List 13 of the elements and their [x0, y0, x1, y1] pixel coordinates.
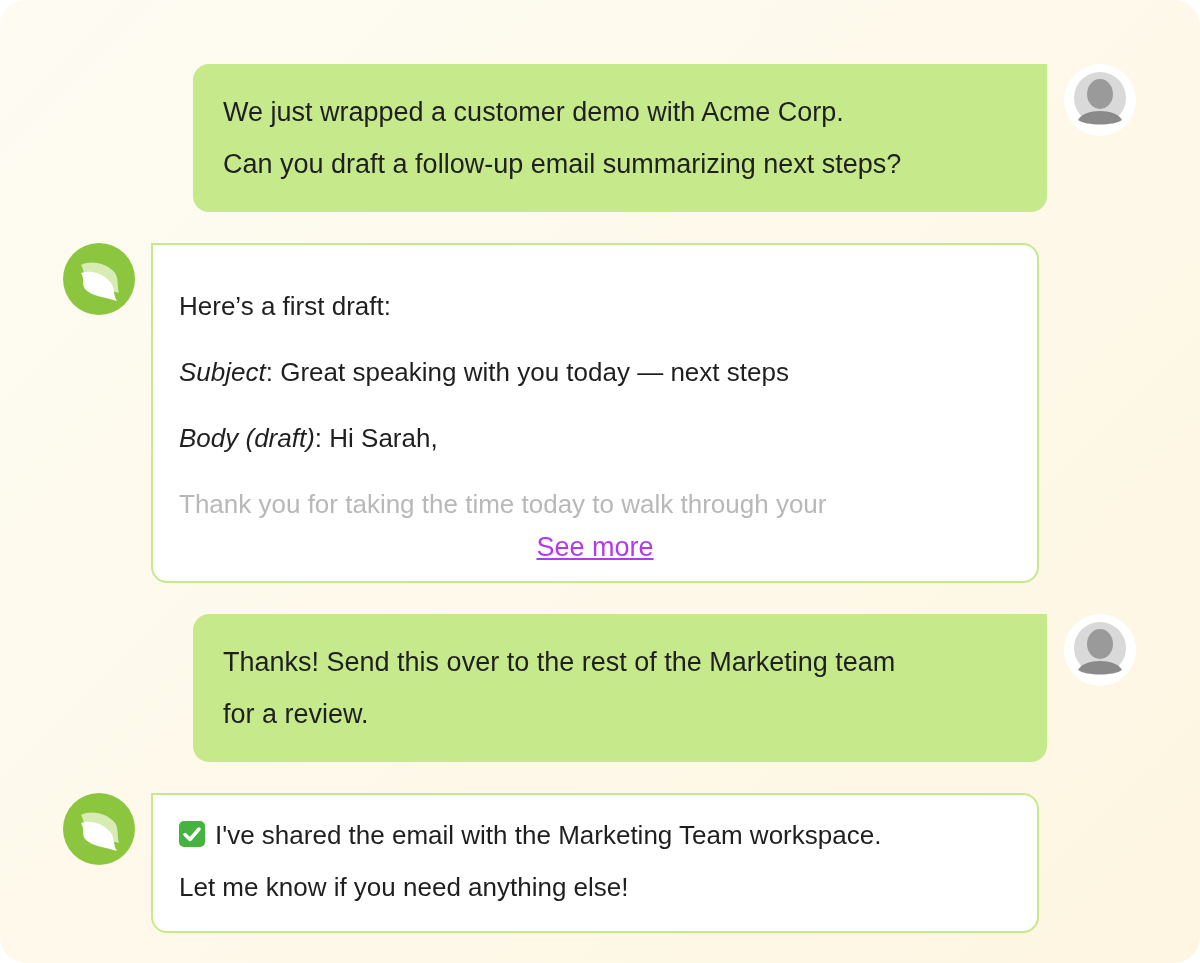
- message-text: Here’s a first draft:: [179, 290, 392, 323]
- user-message: Thanks! Send this over to the rest of the Marketing team for a review.: [193, 614, 1047, 762]
- logo-icon: [63, 243, 135, 315]
- check-icon: [179, 821, 205, 847]
- message-text: I've shared the email with the Marketing Team workspace. Let me know if you need anything else!: [179, 819, 883, 904]
- logo-icon: [63, 793, 135, 865]
- see-more-link[interactable]: See more: [536, 529, 654, 565]
- user-avatar-icon: [1064, 614, 1136, 686]
- message-text: Body (draft): Hi Sarah,: [179, 422, 439, 455]
- user-avatar-icon: [1064, 64, 1136, 136]
- message-text: Thank you for taking the time today to walk through your: [179, 488, 828, 521]
- user-message: We just wrapped a customer demo with Acme Corp. Can you draft a follow-up email summarizing next steps?: [193, 64, 1047, 212]
- message-text: Subject: Great speaking with you today — next steps: [179, 356, 790, 389]
